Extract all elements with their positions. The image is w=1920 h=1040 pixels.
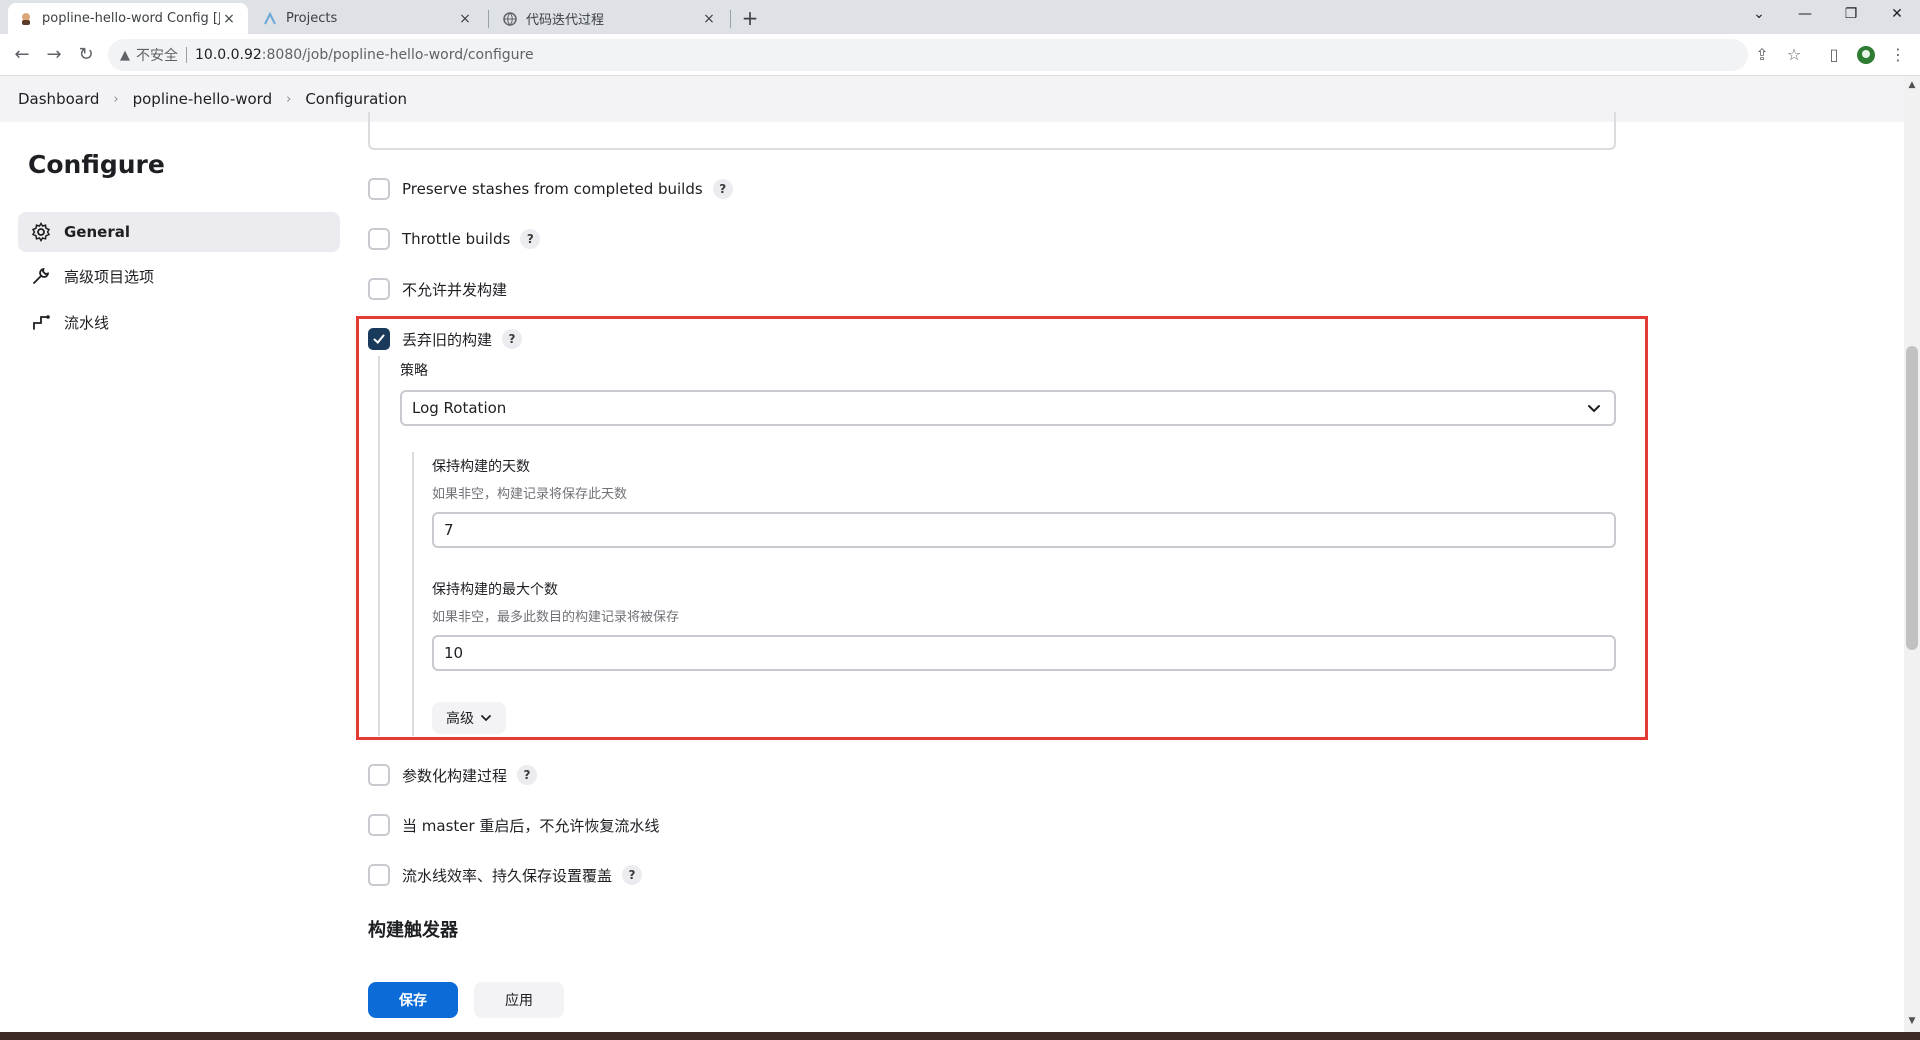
globe-icon: [502, 11, 518, 27]
option-parameterized[interactable]: 参数化构建过程 ?: [368, 764, 538, 786]
checkbox[interactable]: [368, 228, 390, 250]
option-throttle-builds[interactable]: Throttle builds ?: [368, 228, 541, 250]
restore-icon[interactable]: ❐: [1828, 0, 1874, 30]
max-builds-description: 如果非空，最多此数目的构建记录将被保存: [432, 610, 680, 625]
strategy-label: 策略: [400, 363, 428, 379]
new-tab-button[interactable]: +: [736, 4, 764, 32]
sidebar-item-pipeline[interactable]: 流水线: [18, 302, 340, 342]
profile-avatar-icon[interactable]: [1852, 41, 1880, 69]
checkbox-checked[interactable]: [368, 328, 390, 350]
scroll-down-icon[interactable]: ▼: [1906, 1016, 1918, 1028]
pipeline-icon: [30, 311, 52, 333]
side-panel-icon[interactable]: ▯: [1820, 41, 1848, 69]
url-bar[interactable]: ▲ 不安全 10.0.0.92 :8080/job/popline-hello-…: [108, 39, 1748, 71]
checkbox[interactable]: [368, 278, 390, 300]
address-toolbar: ← → ↻ ▲ 不安全 10.0.0.92 :8080/job/popline-…: [0, 34, 1920, 76]
projects-icon: [262, 11, 278, 27]
sidebar-item-label: General: [64, 223, 130, 241]
option-preserve-stashes[interactable]: Preserve stashes from completed builds ?: [368, 178, 733, 200]
page-title: Configure: [28, 150, 165, 179]
forward-icon[interactable]: →: [40, 41, 68, 69]
checkbox[interactable]: [368, 764, 390, 786]
days-label: 保持构建的天数: [432, 459, 530, 475]
menu-kebab-icon[interactable]: ⋮: [1884, 41, 1912, 69]
help-icon[interactable]: ?: [520, 229, 541, 249]
url-path: :8080/job/popline-hello-word/configure: [261, 47, 534, 63]
chevron-right-icon: ›: [286, 91, 292, 107]
bookmark-star-icon[interactable]: ☆: [1780, 41, 1808, 69]
save-button[interactable]: 保存: [368, 982, 458, 1018]
apply-button[interactable]: 应用: [474, 982, 564, 1018]
taskbar-edge: [0, 1032, 1920, 1040]
checkbox[interactable]: [368, 864, 390, 886]
section-build-triggers: 构建触发器: [368, 920, 458, 941]
breadcrumb-dashboard[interactable]: Dashboard: [18, 90, 99, 108]
scroll-up-icon[interactable]: ▲: [1906, 80, 1918, 92]
tab-search-icon[interactable]: ⌄: [1736, 0, 1782, 30]
url-separator: [186, 47, 187, 63]
wrench-icon: [30, 265, 52, 287]
gear-icon: [30, 221, 52, 243]
breadcrumb-job[interactable]: popline-hello-word: [133, 90, 273, 108]
url-host: 10.0.0.92: [195, 47, 262, 63]
days-to-keep-input[interactable]: 7: [432, 512, 1616, 548]
chevron-down-icon: [481, 715, 491, 722]
option-no-resume[interactable]: 当 master 重启后，不允许恢复流水线: [368, 814, 659, 836]
strategy-select[interactable]: Log Rotation: [400, 390, 1616, 426]
nesting-line: [378, 356, 380, 736]
help-icon[interactable]: ?: [712, 179, 733, 199]
breadcrumb-configuration[interactable]: Configuration: [305, 90, 407, 108]
days-description: 如果非空，构建记录将保存此天数: [432, 487, 628, 502]
help-icon[interactable]: ?: [517, 765, 538, 785]
minimize-icon[interactable]: —: [1782, 0, 1828, 30]
option-durability-override[interactable]: 流水线效率、持久保存设置覆盖 ?: [368, 864, 643, 886]
tab-separator: [730, 10, 731, 28]
max-builds-label: 保持构建的最大个数: [432, 582, 558, 598]
reload-icon[interactable]: ↻: [72, 41, 100, 69]
scrollbar-thumb[interactable]: [1906, 346, 1918, 650]
sidebar-item-advanced-project[interactable]: 高级项目选项: [18, 256, 340, 296]
chevron-down-icon: [1586, 400, 1602, 420]
close-tab-icon[interactable]: ×: [220, 11, 238, 27]
checkbox[interactable]: [368, 178, 390, 200]
back-icon[interactable]: ←: [8, 41, 36, 69]
max-builds-input[interactable]: 10: [432, 635, 1616, 671]
sidebar-item-label: 流水线: [64, 313, 110, 332]
security-label: 不安全: [136, 48, 178, 64]
jenkins-icon: [18, 11, 34, 27]
sidebar-item-label: 高级项目选项: [64, 267, 155, 286]
checkbox[interactable]: [368, 814, 390, 836]
tab-jenkins-config[interactable]: popline-hello-word Config [Je ×: [8, 3, 248, 34]
close-tab-icon[interactable]: ×: [456, 11, 474, 27]
warning-icon: ▲: [120, 47, 130, 63]
option-discard-old-builds[interactable]: 丢弃旧的构建 ?: [368, 328, 523, 350]
close-tab-icon[interactable]: ×: [700, 11, 718, 27]
description-field[interactable]: [368, 112, 1616, 150]
tab-separator: [488, 10, 489, 28]
tab-code-iteration[interactable]: 代码迭代过程 ×: [492, 3, 728, 34]
nesting-line: [412, 452, 414, 736]
close-window-icon[interactable]: ✕: [1874, 0, 1920, 30]
check-icon: [373, 334, 385, 344]
tab-projects[interactable]: Projects ×: [252, 3, 484, 34]
help-icon[interactable]: ?: [622, 865, 643, 885]
option-no-concurrent[interactable]: 不允许并发构建: [368, 278, 507, 300]
tab-strip: popline-hello-word Config [Je × Projects…: [0, 0, 1920, 34]
sidebar-item-general[interactable]: General: [18, 212, 340, 252]
help-icon[interactable]: ?: [502, 329, 523, 349]
chevron-right-icon: ›: [113, 91, 119, 107]
share-icon[interactable]: ⇪: [1748, 41, 1776, 69]
advanced-button[interactable]: 高级: [432, 702, 506, 734]
